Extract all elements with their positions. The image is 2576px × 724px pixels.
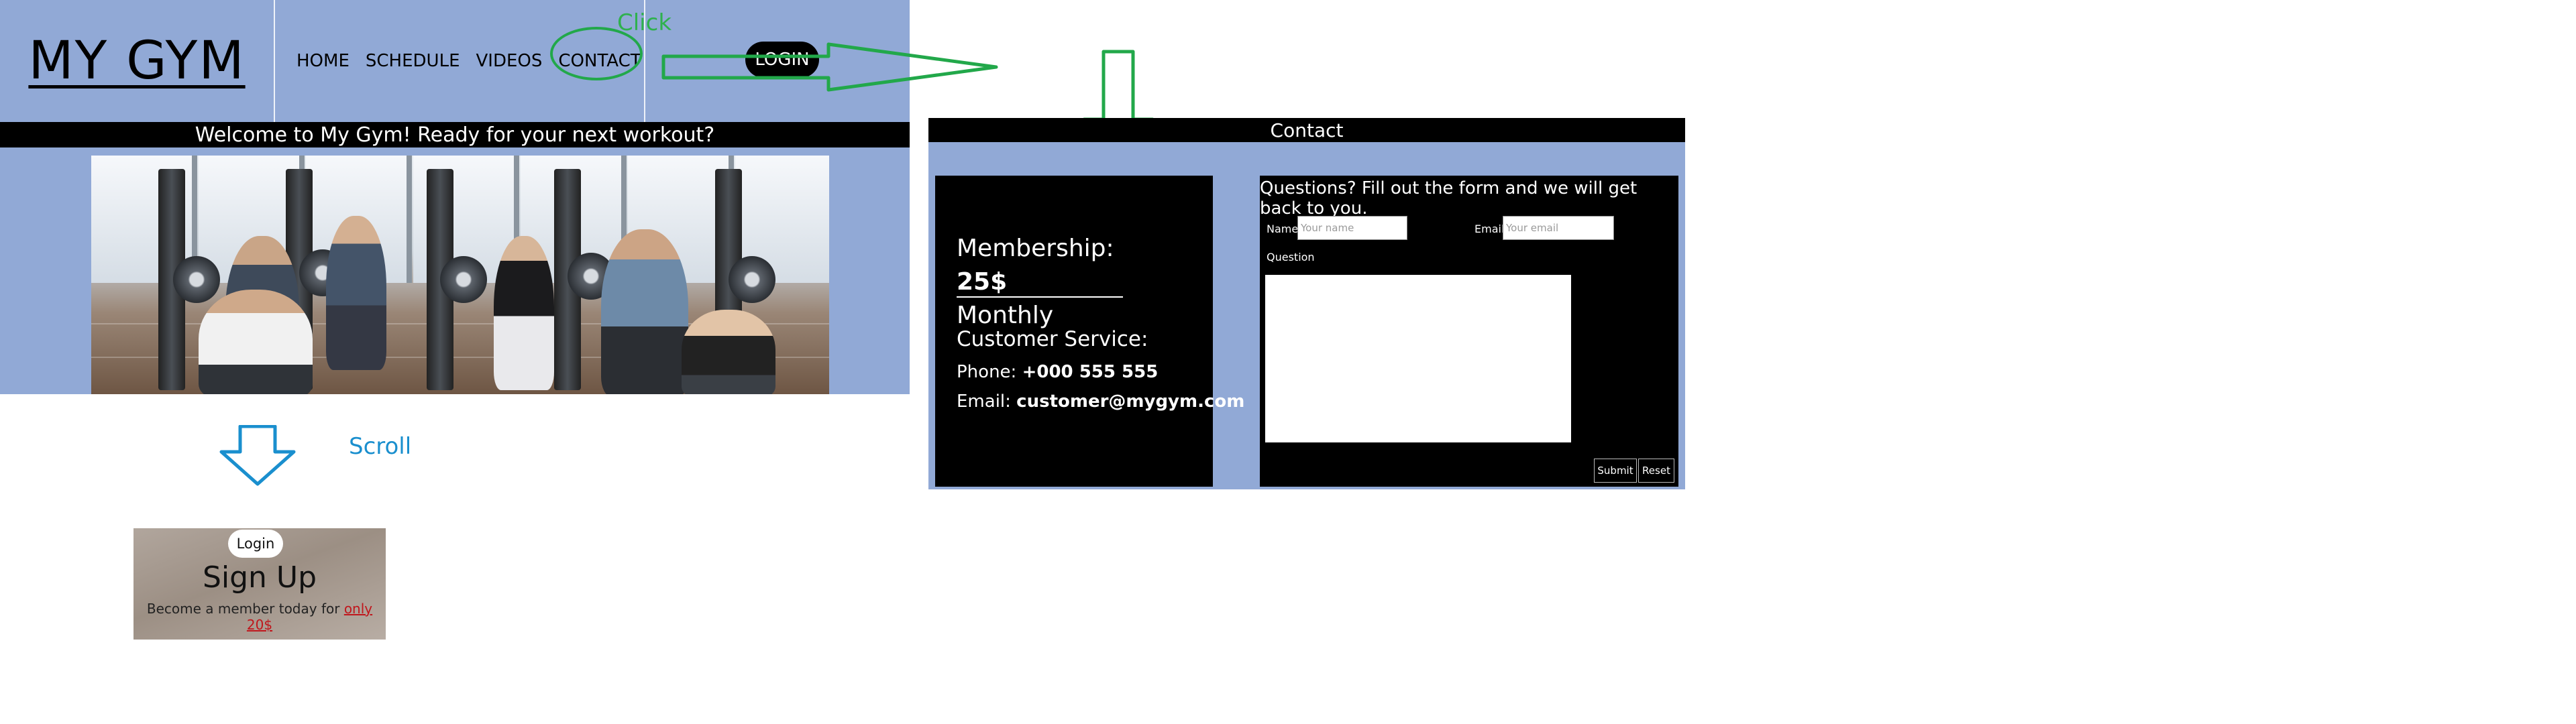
phone-line: Phone: +000 555 555 bbox=[957, 362, 1158, 382]
site-logo-text: MY GYM bbox=[28, 31, 246, 91]
site-logo[interactable]: MY GYM bbox=[0, 0, 275, 122]
hero-gym-photo bbox=[91, 156, 829, 394]
scroll-down-arrow-icon bbox=[219, 425, 296, 486]
reset-button[interactable]: Reset bbox=[1638, 459, 1674, 483]
person-figure bbox=[199, 290, 313, 394]
person-figure bbox=[601, 229, 688, 394]
membership-period: Monthly bbox=[957, 302, 1054, 329]
person-figure bbox=[326, 216, 386, 370]
question-label: Question bbox=[1267, 251, 1315, 263]
membership-label: Membership: bbox=[957, 235, 1114, 262]
email-line: Email: customer@mygym.com bbox=[957, 391, 1244, 412]
weight-plate bbox=[440, 256, 487, 303]
name-input[interactable]: Your name bbox=[1297, 216, 1407, 240]
phone-label: Phone: bbox=[957, 362, 1017, 382]
contact-title-bar: Contact bbox=[928, 118, 1685, 142]
signup-title: Sign Up bbox=[202, 560, 317, 595]
customer-service-label: Customer Service: bbox=[957, 327, 1148, 351]
membership-price: 25$ bbox=[957, 268, 1008, 296]
signup-login-button[interactable]: Login bbox=[228, 530, 283, 558]
email-input[interactable]: Your email bbox=[1503, 216, 1614, 240]
name-label: Name bbox=[1267, 223, 1299, 235]
phone-number: +000 555 555 bbox=[1022, 362, 1159, 382]
person-figure bbox=[682, 310, 775, 394]
welcome-banner: Welcome to My Gym! Ready for your next w… bbox=[0, 122, 910, 147]
email-address[interactable]: customer@mygym.com bbox=[1016, 391, 1244, 412]
email-label: Email: bbox=[957, 391, 1011, 412]
form-heading: Questions? Fill out the form and we will… bbox=[1260, 178, 1638, 219]
question-textarea[interactable] bbox=[1265, 275, 1571, 442]
scroll-annotation-label: Scroll bbox=[349, 433, 412, 460]
nav-contact[interactable]: CONTACT bbox=[550, 27, 643, 80]
nav-schedule[interactable]: SCHEDULE bbox=[366, 51, 460, 71]
membership-info: Membership: 25$ Monthly bbox=[957, 232, 1124, 333]
click-annotation-label: Click bbox=[617, 9, 672, 36]
person-figure bbox=[494, 236, 554, 390]
click-right-arrow-icon bbox=[661, 42, 998, 92]
signup-offer-label: Become a member today for bbox=[146, 601, 340, 617]
nav-home[interactable]: HOME bbox=[297, 51, 350, 71]
signup-offer-text: Become a member today for only 20$ bbox=[133, 601, 386, 633]
weight-plate bbox=[173, 256, 220, 303]
nav-videos[interactable]: VIDEOS bbox=[476, 51, 543, 71]
email-field-label: Email bbox=[1474, 223, 1505, 235]
weight-plate bbox=[729, 256, 775, 303]
submit-button[interactable]: Submit bbox=[1594, 459, 1637, 483]
membership-divider bbox=[957, 296, 1123, 298]
main-nav: HOME SCHEDULE VIDEOS CONTACT bbox=[275, 0, 645, 122]
